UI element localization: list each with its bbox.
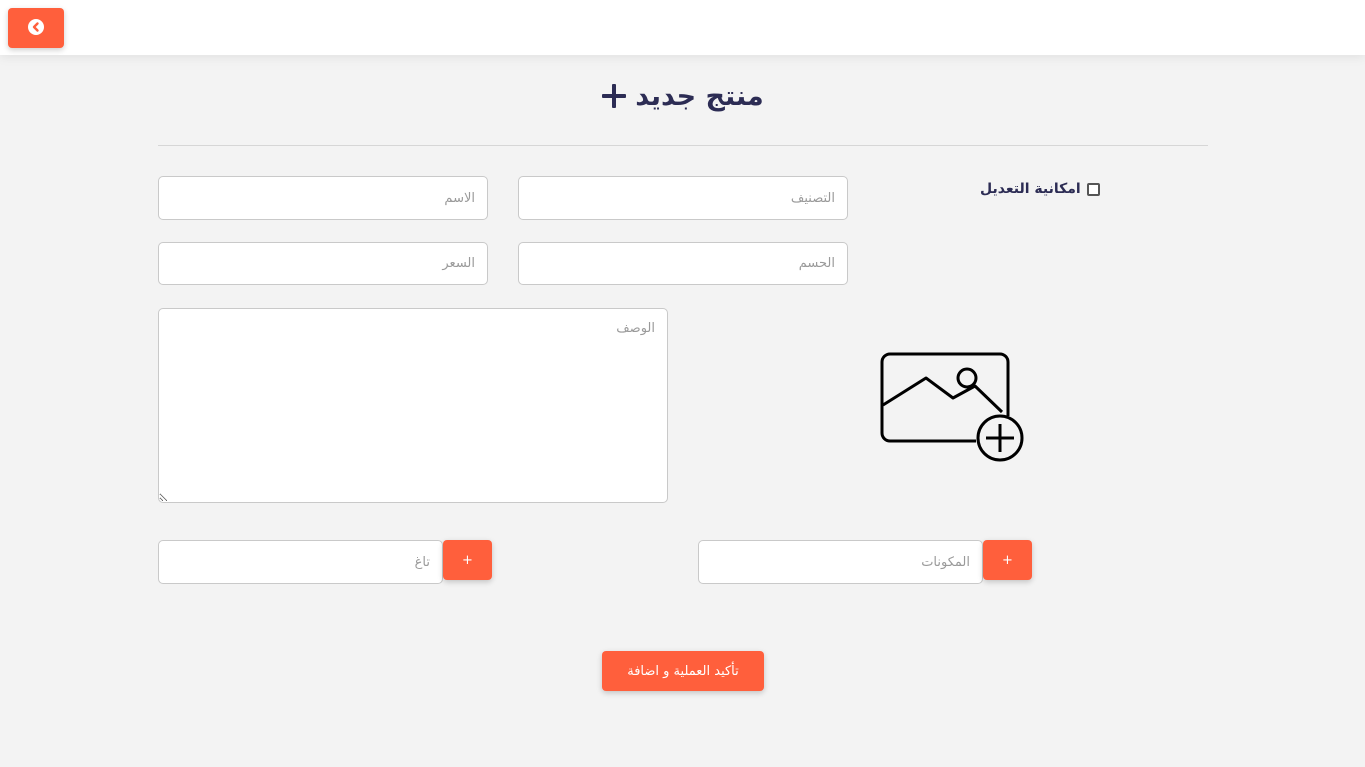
title-divider xyxy=(158,145,1208,146)
submit-button[interactable]: تأكيد العملية و اضافة xyxy=(602,651,764,691)
page-title: منتج جديد xyxy=(0,74,1365,118)
category-input[interactable] xyxy=(518,176,848,220)
arrow-left-circle-icon xyxy=(28,18,44,38)
ingredients-input[interactable] xyxy=(698,540,983,584)
checkbox-icon[interactable] xyxy=(1086,182,1100,196)
add-ingredient-button[interactable]: + xyxy=(983,540,1032,580)
top-bar xyxy=(0,0,1365,55)
add-tag-button[interactable]: + xyxy=(443,540,492,580)
plus-icon xyxy=(601,83,627,109)
back-button[interactable] xyxy=(8,8,64,48)
price-input[interactable] xyxy=(158,242,488,285)
image-add-icon[interactable] xyxy=(878,350,1028,466)
page-title-text: منتج جديد xyxy=(635,80,764,112)
name-input[interactable] xyxy=(158,176,488,220)
editable-label: امكانية التعديل xyxy=(980,181,1081,197)
size-input[interactable] xyxy=(518,242,848,285)
editable-checkbox[interactable]: امكانية التعديل xyxy=(980,178,1102,200)
description-textarea[interactable] xyxy=(158,308,668,503)
tag-input[interactable] xyxy=(158,540,443,584)
